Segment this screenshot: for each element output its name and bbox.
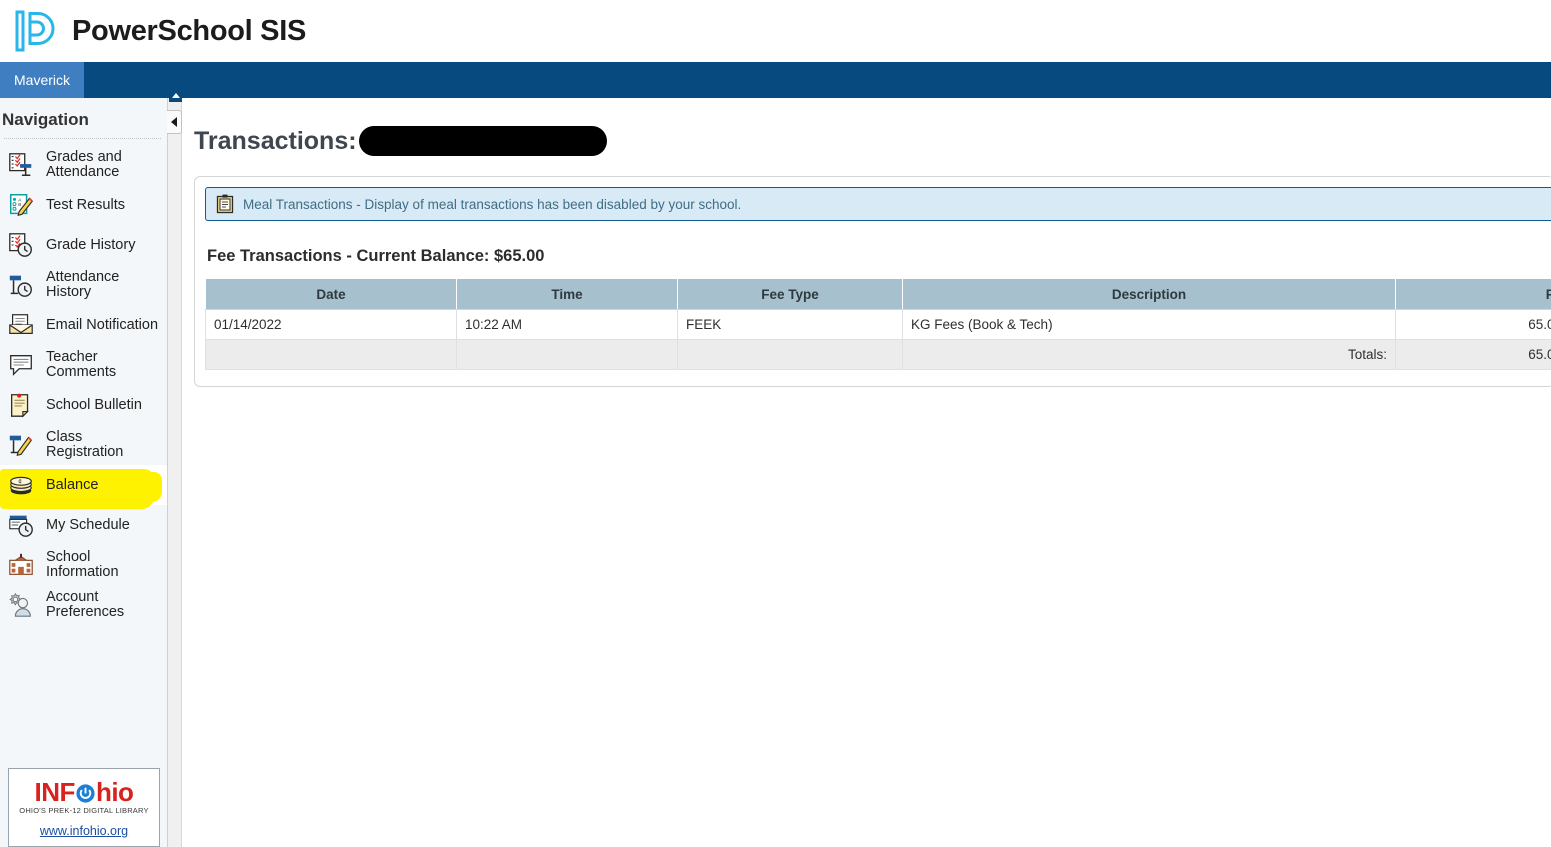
- column-header-fee[interactable]: Fee: [1395, 278, 1551, 310]
- student-tab-label: Maverick: [14, 72, 71, 88]
- totals-value: 65.00: [1395, 339, 1551, 370]
- table-totals-row: Totals: 65.00: [205, 339, 1551, 370]
- infohio-power-icon: [75, 777, 96, 807]
- balance-coins-icon: ¢: [6, 470, 36, 500]
- totals-spacer-date: [205, 339, 457, 370]
- attendance-history-icon: [6, 270, 36, 300]
- clipboard-icon: [216, 194, 234, 214]
- sidebar-item-label: Grade History: [46, 236, 136, 253]
- sidebar-item-label: Account Preferences: [46, 589, 125, 620]
- column-header-time[interactable]: Time: [456, 278, 678, 310]
- totals-spacer-type: [677, 339, 903, 370]
- sidebar-item-label: School Bulletin: [46, 396, 142, 413]
- column-header-date[interactable]: Date: [205, 278, 457, 310]
- sidebar-item-teacher-comments[interactable]: Teacher Comments: [0, 345, 167, 385]
- infohio-tagline: OHIO'S PREK-12 DIGITAL LIBRARY: [19, 806, 149, 815]
- school-information-icon: [6, 550, 36, 580]
- infohio-word-part1: INF: [34, 777, 76, 807]
- redacted-student-name: [358, 126, 607, 156]
- sidebar-item-grades-and-attendance[interactable]: Grades and Attendance: [0, 145, 167, 185]
- sidebar-item-label: Balance: [46, 476, 99, 493]
- transactions-panel: Meal Transactions - Display of meal tran…: [194, 176, 1551, 387]
- powerschool-p-logo-icon: [14, 8, 56, 54]
- sidebar-item-label: Email Notification: [46, 316, 159, 333]
- infohio-panel[interactable]: INF hio OHIO'S PREK-12 DIGITAL LIBRARY ww…: [8, 768, 160, 847]
- sidebar-item-email-notification[interactable]: Email Notification: [0, 305, 167, 345]
- navigation-heading: Navigation: [2, 110, 89, 129]
- sidebar-item-account-preferences[interactable]: Account Preferences: [0, 585, 167, 625]
- cell-time: 10:22 AM: [456, 309, 678, 340]
- sidebar-item-label: Teacher Comments: [46, 349, 117, 380]
- student-tab-maverick[interactable]: Maverick: [0, 62, 85, 98]
- sidebar-item-school-information[interactable]: School Information: [0, 545, 167, 585]
- column-header-fee-type[interactable]: Fee Type: [677, 278, 903, 310]
- sidebar-item-label: Class Registration: [46, 429, 124, 460]
- account-preferences-icon: [6, 590, 36, 620]
- student-navbar: Maverick: [0, 62, 1551, 98]
- notice-text: Meal Transactions - Display of meal tran…: [243, 196, 742, 212]
- page-layout: Navigation Grades and Attendance A B Tes…: [0, 89, 1551, 847]
- product-title: PowerSchool SIS: [72, 14, 306, 47]
- class-registration-icon: [6, 430, 36, 460]
- fee-transactions-table: Date Time Fee Type Description Fee 01/14…: [205, 278, 1551, 370]
- fee-transactions-title: Fee Transactions - Current Balance: $65.…: [207, 247, 545, 265]
- sidebar-item-label: Test Results: [46, 196, 125, 213]
- page-title-label: Transactions:: [194, 126, 357, 155]
- my-schedule-icon: [6, 510, 36, 540]
- meal-transactions-notice: Meal Transactions - Display of meal tran…: [205, 187, 1551, 221]
- sidebar-item-my-schedule[interactable]: My Schedule: [0, 505, 167, 545]
- svg-text:B: B: [18, 202, 21, 207]
- cell-description: KG Fees (Book & Tech): [902, 309, 1396, 340]
- sidebar-item-school-bulletin[interactable]: School Bulletin: [0, 385, 167, 425]
- email-notification-icon: [6, 310, 36, 340]
- table-row: 01/14/2022 10:22 AM FEEK KG Fees (Book &…: [205, 309, 1551, 340]
- cell-fee: 65.00: [1395, 309, 1551, 340]
- table-header-row: Date Time Fee Type Description Fee: [205, 278, 1551, 310]
- sidebar-item-attendance-history[interactable]: Attendance History: [0, 265, 167, 305]
- cell-date: 01/14/2022: [205, 309, 457, 340]
- grade-history-icon: [6, 230, 36, 260]
- column-header-description[interactable]: Description: [902, 278, 1396, 310]
- page-title: Transactions:: [194, 126, 1551, 156]
- totals-spacer-time: [456, 339, 678, 370]
- teacher-comments-icon: [6, 350, 36, 380]
- cell-fee-type: FEEK: [677, 309, 903, 340]
- main-content: Transactions: Meal Transactions - Displa…: [168, 98, 1551, 847]
- sidebar-item-balance[interactable]: ¢ Balance: [0, 465, 167, 509]
- brand-header: PowerSchool SIS: [0, 0, 1551, 62]
- infohio-logo: INF hio: [9, 779, 159, 805]
- sidebar-item-grade-history[interactable]: Grade History: [0, 225, 167, 265]
- sidebar-item-label: Grades and Attendance: [46, 149, 122, 180]
- sidebar-item-label: School Information: [46, 549, 119, 580]
- sidebar-item-label: Attendance History: [46, 269, 120, 300]
- sidebar-item-label: My Schedule: [46, 516, 130, 533]
- infohio-word-part2: hio: [95, 777, 134, 807]
- grades-attendance-icon: [6, 150, 36, 180]
- test-results-icon: A B: [6, 190, 36, 220]
- navigation-divider: [4, 138, 161, 139]
- svg-text:¢: ¢: [18, 479, 22, 486]
- school-bulletin-icon: [6, 390, 36, 420]
- navigation-sidebar: Navigation Grades and Attendance A B Tes…: [0, 98, 168, 847]
- infohio-link[interactable]: www.infohio.org: [9, 824, 159, 838]
- sidebar-item-test-results[interactable]: A B Test Results: [0, 185, 167, 225]
- sidebar-item-class-registration[interactable]: Class Registration: [0, 425, 167, 465]
- totals-label: Totals:: [902, 339, 1396, 370]
